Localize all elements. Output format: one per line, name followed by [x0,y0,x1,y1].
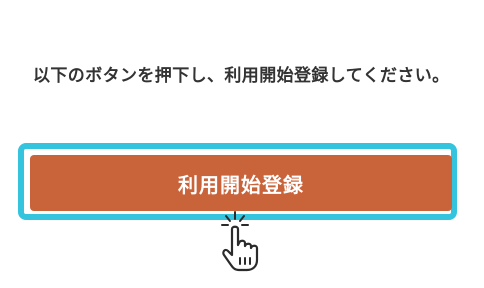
hand-pointer-click-icon [221,211,259,272]
instruction-text: 以下のボタンを押下し、利用開始登録してください。 [33,66,450,86]
start-registration-button[interactable]: 利用開始登録 [30,155,452,211]
start-registration-label: 利用開始登録 [178,172,304,197]
